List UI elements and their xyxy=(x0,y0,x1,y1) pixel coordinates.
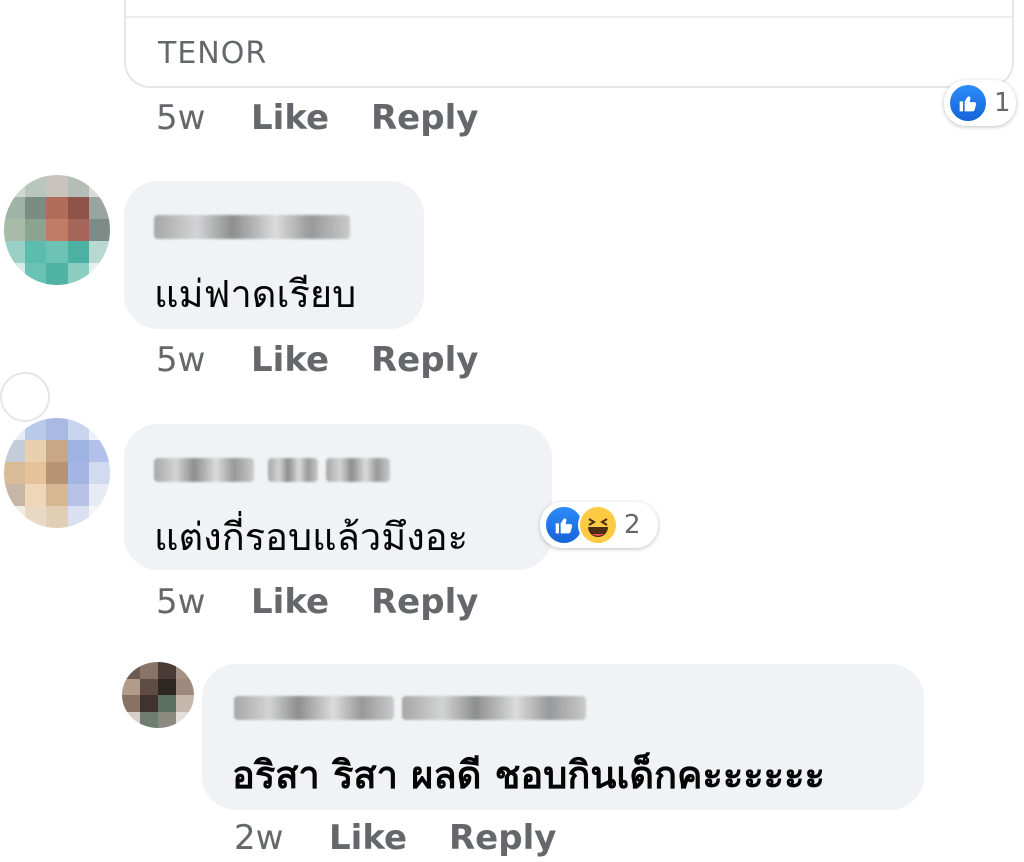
thread-connector xyxy=(0,372,50,422)
comment-actions: 5w Like Reply xyxy=(156,98,556,142)
laughing-face-icon xyxy=(578,505,618,545)
comment-text: อริสา ริสา ผลดี ชอบกินเด็กคะะะะะะ xyxy=(232,753,825,797)
avatar[interactable] xyxy=(4,175,110,285)
gif-divider xyxy=(126,16,1012,18)
like-button[interactable]: Like xyxy=(251,98,329,138)
reply-button[interactable]: Reply xyxy=(449,818,556,858)
reaction-summary[interactable]: 1 xyxy=(944,80,1016,126)
like-button[interactable]: Like xyxy=(251,340,329,380)
author-name-redacted[interactable] xyxy=(154,215,350,239)
comment-bubble: แต่งกี่รอบแล้วมึงอะ xyxy=(124,424,552,570)
gif-source-label: TENOR xyxy=(158,36,268,71)
comment-timestamp[interactable]: 5w xyxy=(156,582,205,622)
author-name-redacted[interactable] xyxy=(402,696,586,720)
comment-timestamp[interactable]: 5w xyxy=(156,98,205,138)
reaction-summary[interactable]: 2 xyxy=(540,502,658,548)
author-name-redacted[interactable] xyxy=(234,696,394,720)
reaction-count: 2 xyxy=(624,510,641,540)
gif-attachment-card[interactable]: TENOR xyxy=(124,0,1014,88)
comment-timestamp[interactable]: 2w xyxy=(234,818,283,858)
comment-text: แม่ฟาดเรียบ xyxy=(154,272,357,316)
comment-bubble: อริสา ริสา ผลดี ชอบกินเด็กคะะะะะะ xyxy=(202,664,924,810)
author-name-redacted[interactable] xyxy=(268,458,318,482)
author-name-redacted[interactable] xyxy=(326,458,390,482)
comment-actions: 5w Like Reply xyxy=(156,340,556,384)
author-name-redacted[interactable] xyxy=(154,458,254,482)
comment-timestamp[interactable]: 5w xyxy=(156,340,205,380)
like-button[interactable]: Like xyxy=(329,818,407,858)
avatar[interactable] xyxy=(122,662,194,728)
comment-actions: 5w Like Reply xyxy=(156,582,556,626)
comment-actions: 2w Like Reply xyxy=(234,818,634,862)
reply-button[interactable]: Reply xyxy=(371,582,478,622)
comment-text: แต่งกี่รอบแล้วมึงอะ xyxy=(154,515,469,559)
like-button[interactable]: Like xyxy=(251,582,329,622)
reply-button[interactable]: Reply xyxy=(371,98,478,138)
comment-bubble: แม่ฟาดเรียบ xyxy=(124,181,424,329)
reply-button[interactable]: Reply xyxy=(371,340,478,380)
avatar[interactable] xyxy=(4,418,110,528)
reaction-count: 1 xyxy=(994,88,1011,118)
thumbs-up-icon xyxy=(948,83,988,123)
